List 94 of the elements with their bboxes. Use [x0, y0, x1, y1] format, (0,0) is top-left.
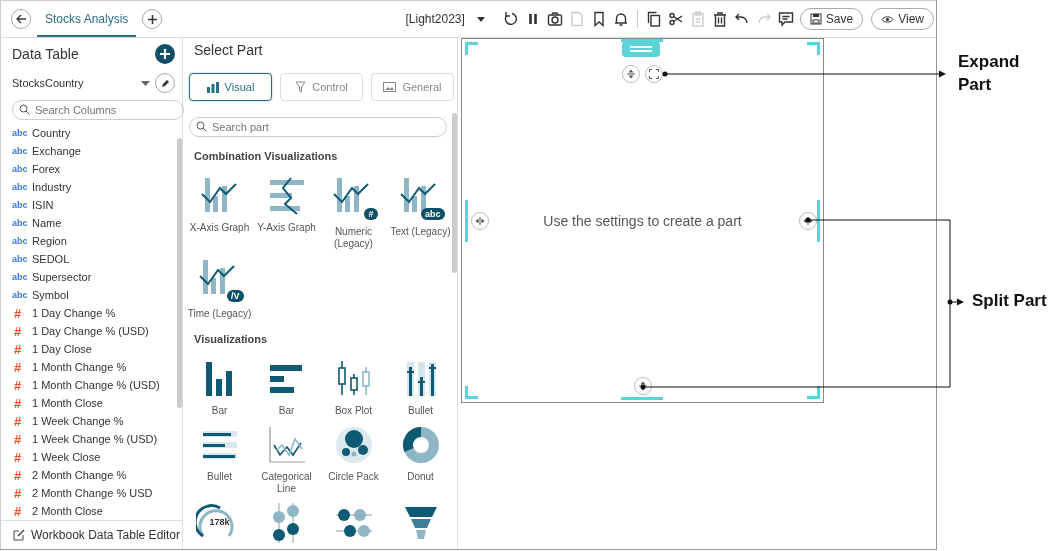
part-label[interactable]: Y-Axis Graph: [257, 222, 316, 234]
search-icon: [196, 121, 207, 132]
column-item[interactable]: abc ISIN: [12, 196, 54, 214]
part-label[interactable]: Time (Legacy): [187, 308, 252, 320]
expand-icon: [649, 69, 659, 79]
comment-icon[interactable]: [777, 11, 794, 27]
trash-icon[interactable]: [711, 11, 728, 27]
column-item[interactable]: # 1 Day Change % (USD): [12, 322, 149, 340]
split-vertical-icon: [626, 69, 636, 79]
panel-title: Select Part: [193, 41, 264, 60]
resize-corner[interactable]: [807, 386, 820, 399]
edit-button[interactable]: [155, 73, 175, 93]
column-item[interactable]: abc SEDOL: [12, 250, 70, 268]
circle-pack-chart-icon: [333, 425, 374, 465]
column-item[interactable]: # 1 Day Change %: [12, 304, 116, 322]
add-tab-button[interactable]: [142, 9, 163, 29]
theme-selector[interactable]: [Light2023]: [405, 12, 465, 26]
plus-icon: [160, 49, 170, 59]
split-vertical-icon: [638, 381, 648, 391]
camera-icon[interactable]: [546, 11, 563, 27]
drag-handle[interactable]: [622, 41, 660, 57]
column-item[interactable]: # 2 Month Change %: [12, 466, 127, 484]
view-button[interactable]: View: [871, 8, 934, 30]
part-label[interactable]: Categorical Line: [253, 471, 320, 495]
search-icon: [19, 104, 30, 115]
split-horizontal-icon: [475, 216, 485, 226]
column-item[interactable]: abc Forex: [12, 160, 61, 178]
search-field[interactable]: Search Columns: [12, 100, 184, 120]
split-button[interactable]: [799, 212, 817, 230]
column-item[interactable]: # 1 Month Change % (USD): [12, 376, 160, 394]
expand-button[interactable]: [645, 65, 663, 83]
part-tab[interactable]: Visual: [189, 73, 272, 101]
annotation-label: Expand Part: [958, 51, 1021, 96]
edit-icon: [13, 529, 25, 541]
part-label[interactable]: Bar: [278, 405, 295, 417]
placeholder-message: Use the settings to create a part: [543, 212, 742, 229]
column-item[interactable]: # 1 Day Close: [12, 340, 92, 358]
search-field[interactable]: Search part: [189, 117, 447, 137]
part-label[interactable]: Donut: [407, 471, 434, 483]
column-item[interactable]: # 1 Month Close: [12, 394, 103, 412]
part-label[interactable]: Bar: [211, 405, 228, 417]
part-label[interactable]: Bullet: [207, 471, 232, 483]
column-item[interactable]: abc Supersector: [12, 268, 92, 286]
panel-title: Data Table: [12, 46, 79, 62]
column-item[interactable]: abc Name: [12, 214, 62, 232]
part-label[interactable]: Text (Legacy): [390, 226, 451, 238]
annotation-label: Split Part: [972, 290, 1047, 312]
eye-icon: [881, 14, 895, 24]
column-item[interactable]: # 1 Month Change %: [12, 358, 127, 376]
save-icon: [809, 13, 822, 25]
column-item[interactable]: abc Industry: [12, 178, 72, 196]
column-item[interactable]: abc Region: [12, 232, 67, 250]
section-heading: Combination Visualizations: [193, 149, 339, 162]
back-arrow-icon: [15, 14, 27, 24]
part-label[interactable]: Circle Pack: [328, 471, 379, 483]
split-button[interactable]: [634, 377, 652, 395]
part-tab[interactable]: Control: [280, 73, 363, 101]
scissors-icon[interactable]: [667, 11, 684, 27]
column-item[interactable]: # 1 Week Change %: [12, 412, 124, 430]
part-label[interactable]: Box Plot: [334, 405, 373, 417]
column-item[interactable]: abc Country: [12, 124, 71, 142]
plus-icon: [146, 13, 158, 25]
save-button[interactable]: Save: [799, 8, 864, 30]
workbook-tab[interactable]: Stocks Analysis: [37, 1, 137, 37]
column-item[interactable]: # 1 Week Change % (USD): [12, 430, 158, 448]
caret-icon[interactable]: [141, 80, 150, 86]
part-label[interactable]: Bullet: [408, 405, 433, 417]
scrollbar[interactable]: [177, 138, 182, 408]
split-horizontal-icon: [803, 216, 813, 226]
pencil-icon: [160, 78, 170, 88]
line-chart-icon: [266, 425, 307, 465]
clipboard-icon[interactable]: [689, 11, 706, 27]
part-label[interactable]: Numeric (Legacy): [320, 226, 387, 250]
column-item[interactable]: abc Symbol: [12, 286, 69, 304]
table-dropdown[interactable]: StocksCountry: [12, 77, 141, 89]
part-tab[interactable]: General: [371, 73, 454, 101]
caret-icon[interactable]: [476, 16, 485, 22]
filter-icon: [295, 81, 307, 93]
image-icon: [383, 82, 397, 92]
column-item[interactable]: # 1 Week Close: [12, 448, 101, 466]
column-item[interactable]: abc Exchange: [12, 142, 81, 160]
add-button[interactable]: [155, 44, 175, 64]
section-heading: Visualizations: [193, 332, 269, 345]
donut-chart-icon: [400, 425, 441, 465]
back-button[interactable]: [11, 9, 31, 29]
part-label[interactable]: X-Axis Graph: [189, 222, 250, 234]
bar-chart-icon: [206, 81, 219, 93]
column-item[interactable]: # 2 Month Change % USD: [12, 484, 153, 502]
bell-icon[interactable]: [612, 11, 629, 27]
refresh-icon[interactable]: [502, 11, 519, 27]
copy-icon[interactable]: [645, 11, 662, 27]
scrollbar[interactable]: [452, 113, 457, 273]
editor-link[interactable]: Workbook Data Table Editor: [1, 520, 182, 549]
column-item[interactable]: # 2 Month Close: [12, 502, 103, 520]
